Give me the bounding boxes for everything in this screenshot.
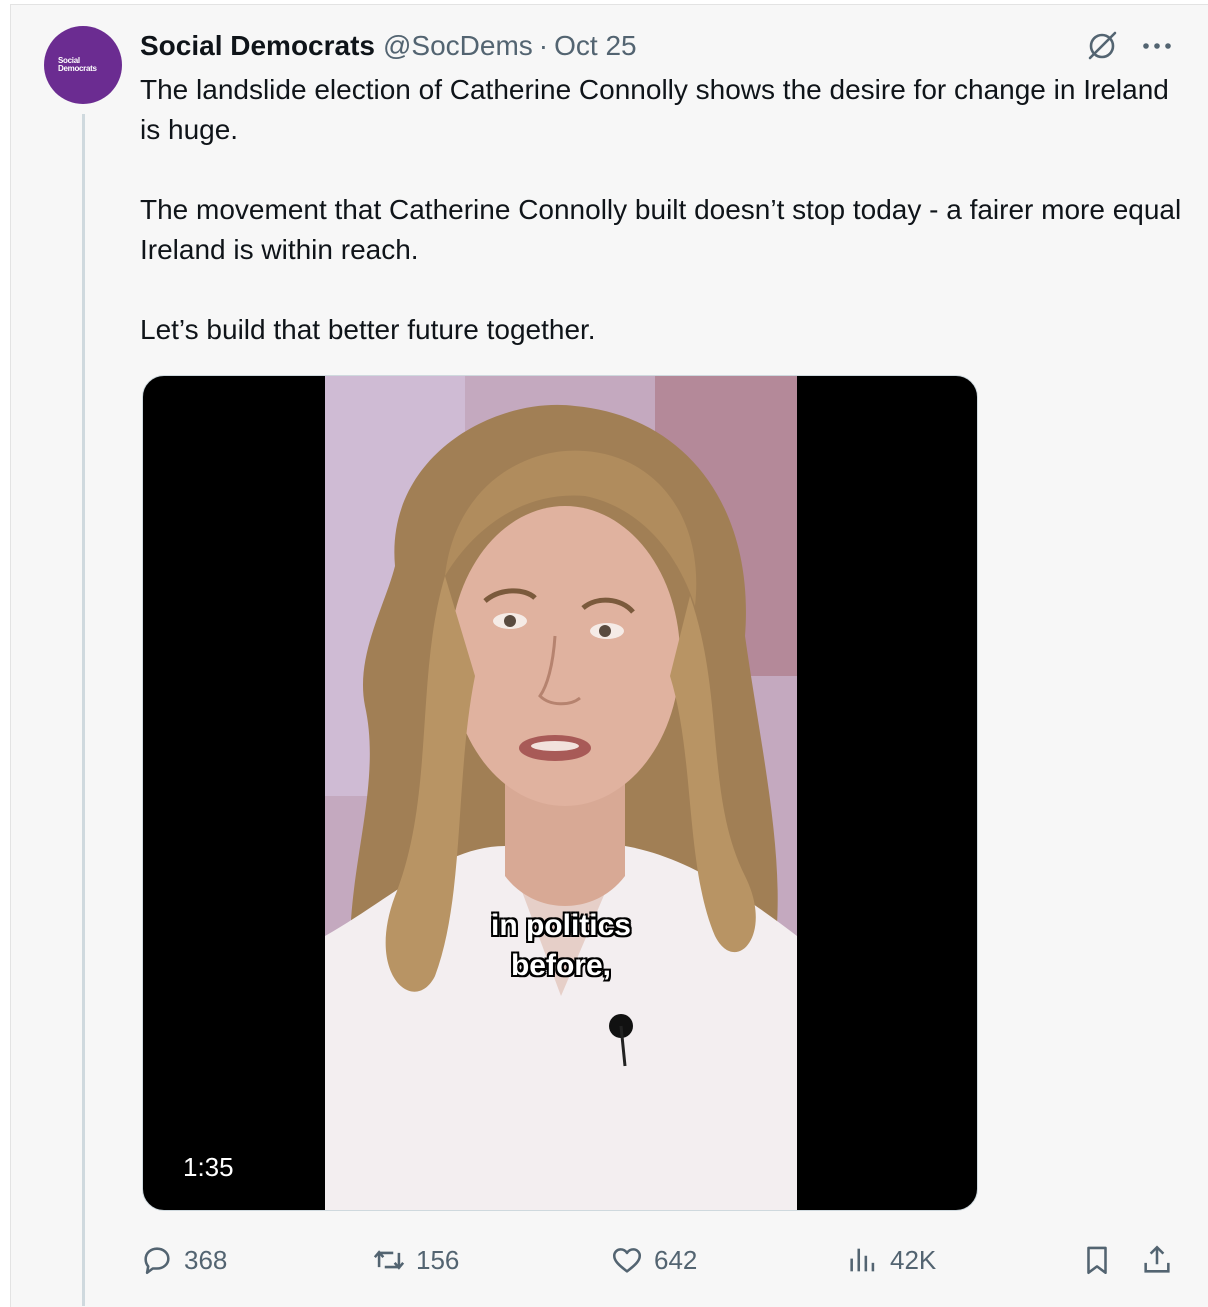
share-icon <box>1144 1245 1170 1273</box>
reply-button[interactable]: 368 <box>140 1236 227 1284</box>
reply-icon <box>144 1247 170 1275</box>
like-count: 642 <box>654 1244 698 1275</box>
caption-line-2: before, <box>510 949 612 982</box>
video-frame[interactable]: in politics before, <box>325 376 797 1210</box>
reply-count: 368 <box>184 1244 228 1275</box>
tweet-text: The landslide election of Catherine Conn… <box>140 70 1190 390</box>
bookmark-button[interactable] <box>1080 1236 1124 1284</box>
tweet-paragraph-2: The movement that Catherine Connolly bui… <box>140 194 1182 265</box>
handle[interactable]: @SocDems <box>383 30 533 62</box>
repost-button[interactable]: 156 <box>372 1236 459 1284</box>
repost-icon <box>373 1250 405 1270</box>
share-button[interactable] <box>1140 1236 1184 1284</box>
tweet-date[interactable]: Oct 25 <box>554 30 636 62</box>
like-button[interactable]: 642 <box>610 1236 697 1284</box>
avatar[interactable]: Social Democrats <box>44 26 122 104</box>
separator: · <box>538 30 549 61</box>
repost-count: 156 <box>416 1244 460 1275</box>
grok-icon[interactable] <box>1084 28 1120 64</box>
views-button[interactable]: 42K <box>846 1236 936 1284</box>
more-icon[interactable] <box>1140 34 1174 58</box>
tweet-actions: 368 156 642 42K <box>140 1236 1180 1284</box>
views-count: 42K <box>890 1244 937 1275</box>
tweet-paragraph-1: The landslide election of Catherine Conn… <box>140 74 1169 145</box>
tweet-header: Social Democrats @SocDems · Oct 25 <box>140 28 637 64</box>
views-icon <box>850 1248 875 1272</box>
video-duration: 1:35 <box>183 1152 234 1182</box>
like-icon <box>612 1248 642 1273</box>
video-player[interactable]: in politics before, 1:35 <box>142 375 978 1211</box>
avatar-text-line2: Democrats <box>58 64 97 73</box>
video-caption: in politics before, <box>325 906 797 986</box>
tweet-paragraph-3: Let’s build that better future together. <box>140 314 596 345</box>
bookmark-icon <box>1087 1246 1107 1275</box>
display-name[interactable]: Social Democrats <box>140 30 375 62</box>
video-still-image <box>325 376 797 1210</box>
thread-line <box>82 114 85 1306</box>
caption-line-1: in politics <box>490 909 631 942</box>
